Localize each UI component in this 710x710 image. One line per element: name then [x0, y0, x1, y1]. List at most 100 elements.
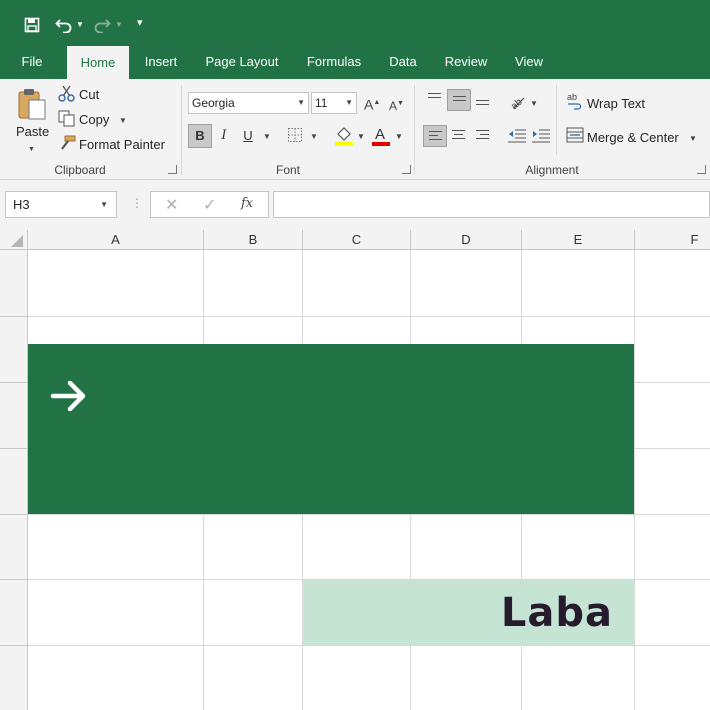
- bottom-align-button[interactable]: [471, 89, 495, 111]
- formula-input[interactable]: [273, 191, 710, 218]
- paste-button[interactable]: Paste: [16, 124, 49, 139]
- align-left-button[interactable]: [423, 125, 447, 147]
- font-dialog-launcher-icon[interactable]: [402, 165, 411, 174]
- decrease-font-size-icon[interactable]: A▼: [389, 96, 404, 114]
- name-box-value: H3: [13, 197, 30, 212]
- svg-text:ab: ab: [567, 92, 577, 102]
- row-header[interactable]: [0, 646, 28, 710]
- svg-text:ab: ab: [509, 96, 525, 110]
- undo-dropdown-icon[interactable]: ▼: [76, 17, 84, 33]
- separator: [556, 85, 557, 155]
- column-header-a[interactable]: A: [28, 230, 204, 250]
- copy-icon[interactable]: [58, 110, 75, 127]
- cut-button[interactable]: Cut: [79, 87, 99, 102]
- tab-file[interactable]: File: [12, 44, 52, 79]
- row-header[interactable]: [0, 515, 28, 580]
- font-color-dropdown-icon[interactable]: ▼: [395, 129, 403, 145]
- merge-center-button[interactable]: Merge & Center: [587, 130, 679, 145]
- align-right-button[interactable]: [471, 125, 495, 147]
- column-header-c[interactable]: C: [303, 230, 411, 250]
- logo-cell[interactable]: Laba: [303, 580, 634, 646]
- enter-icon: ✓: [203, 197, 217, 214]
- underline-button[interactable]: U: [236, 124, 260, 148]
- top-align-button[interactable]: [423, 89, 447, 111]
- column-header-b[interactable]: B: [204, 230, 303, 250]
- tab-view[interactable]: View: [507, 44, 551, 79]
- select-all-icon: [11, 235, 23, 247]
- tab-home[interactable]: Home: [67, 46, 129, 79]
- chevron-down-icon: ▼: [100, 200, 108, 209]
- format-painter-button[interactable]: Format Painter: [79, 137, 165, 152]
- increase-font-size-icon[interactable]: A▲: [364, 95, 380, 113]
- cancel-icon: ✕: [165, 197, 179, 214]
- font-size-value: 11: [315, 96, 328, 110]
- row-header[interactable]: [0, 250, 28, 317]
- middle-align-button[interactable]: [447, 89, 471, 111]
- orientation-icon[interactable]: ab: [508, 92, 526, 110]
- copy-button[interactable]: Copy: [79, 112, 109, 127]
- gridline: [28, 316, 710, 317]
- tab-insert[interactable]: Insert: [138, 44, 184, 79]
- font-group-label: Font: [275, 163, 300, 177]
- formula-bar: H3 ▼ ⋮ ✕ ✓ fx: [0, 180, 710, 230]
- increase-indent-icon[interactable]: [531, 128, 551, 144]
- merge-center-dropdown-icon[interactable]: ▼: [689, 131, 697, 147]
- ribbon-tabs: File Home Insert Page Layout Formulas Da…: [0, 44, 710, 79]
- undo-icon[interactable]: [55, 17, 73, 33]
- select-all-corner[interactable]: [0, 230, 28, 250]
- name-box[interactable]: H3 ▼: [5, 191, 117, 218]
- borders-dropdown-icon[interactable]: ▼: [310, 129, 318, 145]
- redo-icon: [94, 19, 111, 33]
- decrease-indent-icon[interactable]: [507, 128, 527, 144]
- copy-dropdown-icon[interactable]: ▼: [119, 113, 127, 129]
- formula-buttons: ✕ ✓ fx: [150, 191, 269, 218]
- cut-icon[interactable]: [58, 85, 75, 102]
- column-header-f[interactable]: F: [635, 230, 710, 250]
- bold-button[interactable]: B: [188, 124, 212, 148]
- chevron-down-icon: ▼: [297, 98, 305, 107]
- tab-formulas[interactable]: Formulas: [299, 44, 369, 79]
- separator: [181, 85, 182, 175]
- wrap-text-button[interactable]: Wrap Text: [587, 96, 645, 111]
- font-color-icon[interactable]: A: [371, 125, 391, 147]
- wrap-text-icon[interactable]: ab: [566, 92, 584, 110]
- redo-dropdown-icon: ▼: [115, 20, 123, 29]
- tab-page-layout[interactable]: Page Layout: [199, 44, 285, 79]
- tab-data[interactable]: Data: [384, 44, 422, 79]
- fill-color-icon[interactable]: [334, 125, 354, 147]
- clipboard-group-label: Clipboard: [54, 163, 106, 177]
- logo-text: Laba: [500, 590, 613, 636]
- svg-text:A: A: [375, 126, 385, 143]
- alignment-dialog-launcher-icon[interactable]: [697, 165, 706, 174]
- font-family-select[interactable]: Georgia ▼: [188, 92, 309, 114]
- row-header[interactable]: [0, 383, 28, 449]
- save-icon[interactable]: [24, 17, 40, 33]
- paste-dropdown-icon[interactable]: ▼: [28, 142, 35, 158]
- arrow-right-icon: [50, 380, 86, 412]
- font-size-select[interactable]: 11 ▼: [311, 92, 357, 114]
- more-options-icon: ⋮: [131, 196, 143, 210]
- tab-review[interactable]: Review: [438, 44, 494, 79]
- fill-color-dropdown-icon[interactable]: ▼: [357, 129, 365, 145]
- row-header[interactable]: [0, 449, 28, 515]
- italic-button[interactable]: I: [212, 124, 236, 148]
- separator: [414, 85, 415, 175]
- row-header[interactable]: [0, 580, 28, 646]
- merge-center-icon[interactable]: [566, 127, 584, 143]
- row-header[interactable]: [0, 317, 28, 383]
- font-family-value: Georgia: [192, 96, 235, 110]
- format-painter-icon[interactable]: [58, 135, 76, 151]
- column-header-d[interactable]: D: [411, 230, 522, 250]
- insert-function-button[interactable]: fx: [241, 196, 253, 211]
- borders-icon[interactable]: [287, 127, 303, 143]
- banner-shape: [28, 344, 634, 514]
- paste-icon[interactable]: [16, 87, 50, 121]
- customize-toolbar-icon[interactable]: ▾: [137, 15, 143, 31]
- align-center-button[interactable]: [447, 125, 471, 147]
- orientation-dropdown-icon[interactable]: ▼: [530, 96, 538, 112]
- gridline: [28, 514, 710, 515]
- gridline: [634, 250, 635, 710]
- underline-dropdown-icon[interactable]: ▼: [263, 129, 271, 145]
- column-header-e[interactable]: E: [522, 230, 635, 250]
- clipboard-dialog-launcher-icon[interactable]: [168, 165, 177, 174]
